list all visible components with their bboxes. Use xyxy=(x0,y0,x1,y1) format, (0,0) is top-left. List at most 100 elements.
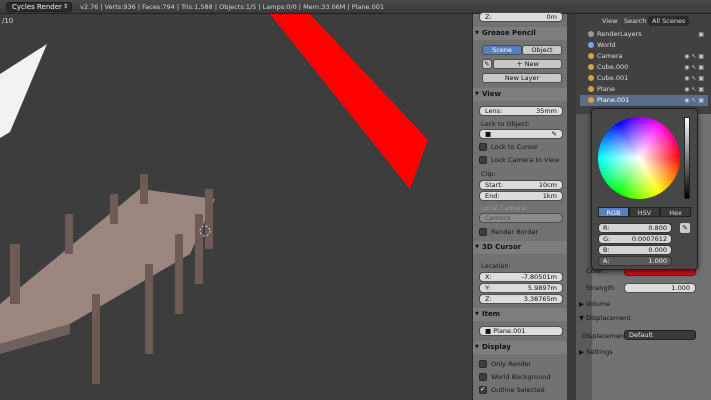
cube-icon: ■ xyxy=(485,327,494,335)
color-picker-popup: RGB HSV Hex R: 0.800 G: 0.0007612 B: 0.000 … xyxy=(591,108,698,270)
outliner-item-plane-001[interactable]: Plane.001 ◉ ↖ ▣ xyxy=(580,95,708,106)
eyedropper-icon[interactable]: ✎ xyxy=(680,223,690,233)
world-background-checkbox[interactable] xyxy=(479,373,487,381)
new-grease-pencil-button[interactable]: ＋ New xyxy=(493,59,562,69)
grease-pencil-header[interactable]: ▼ Grease Pencil xyxy=(473,27,568,40)
outliner-item-renderlayers[interactable]: RenderLayers ▣ xyxy=(580,29,708,40)
cube-icon: ■ xyxy=(485,130,492,138)
viewport-scene xyxy=(0,14,428,384)
displacement-dropdown[interactable]: Default xyxy=(624,330,696,340)
view-header[interactable]: ▼ View xyxy=(473,88,568,101)
volume-section[interactable]: ▶ Volume xyxy=(579,300,610,308)
3d-cursor-header[interactable]: ▼ 3D Cursor xyxy=(473,241,568,254)
outliner-item-cube-001[interactable]: Cube.001 ◉ ↖ ▣ xyxy=(580,73,708,84)
red-channel-field[interactable]: R: 0.800 xyxy=(598,223,672,233)
outliner-search-menu[interactable]: Search xyxy=(620,16,650,26)
object-icon xyxy=(588,97,594,103)
lock-to-cursor-checkbox[interactable] xyxy=(479,143,487,151)
only-render-label: Only Render xyxy=(491,360,532,368)
outliner-item-cube-000[interactable]: Cube.000 ◉ ↖ ▣ xyxy=(580,62,708,73)
chevron-updown-icon: ⇕ xyxy=(62,3,68,10)
collapse-icon: ▼ xyxy=(475,91,479,97)
outliner-item-plane[interactable]: Plane ◉ ↖ ▣ xyxy=(580,84,708,95)
lens-field[interactable]: Lens: 35mm xyxy=(479,106,563,116)
lock-object-field[interactable]: ■ ✎ xyxy=(479,129,563,139)
editor-split-divider[interactable] xyxy=(567,14,576,400)
z-location-field[interactable]: Z: 0m xyxy=(479,12,563,22)
green-channel-field[interactable]: G: 0.0007612 xyxy=(598,234,672,244)
cursor-z-field[interactable]: Z: 3.38765m xyxy=(479,294,563,304)
pier-post xyxy=(65,214,73,254)
item-header[interactable]: ▼ Item xyxy=(473,308,568,321)
pier-leg xyxy=(92,294,100,384)
hex-tab[interactable]: Hex xyxy=(660,207,691,217)
outliner-item-world[interactable]: World xyxy=(580,40,708,51)
clip-end-field[interactable]: End: 1km xyxy=(479,191,563,201)
object-icon xyxy=(588,64,594,70)
display-header[interactable]: ▼ Display xyxy=(473,341,568,354)
cursor-x-field[interactable]: X: -7.80501m xyxy=(479,272,563,282)
visibility-icons[interactable]: ◉ ↖ ▣ xyxy=(684,62,704,73)
pencil-icon[interactable]: ✎ xyxy=(482,59,492,69)
frame-label: /10 xyxy=(2,17,14,25)
hsv-tab[interactable]: HSV xyxy=(629,207,660,217)
cursor-location-label: Location: xyxy=(481,262,511,270)
only-render-checkbox[interactable] xyxy=(479,360,487,368)
value-slider[interactable] xyxy=(684,117,690,199)
cursor-y-field[interactable]: Y: 5.9897m xyxy=(479,283,563,293)
lock-camera-checkbox[interactable] xyxy=(479,156,487,164)
color-wheel[interactable] xyxy=(598,117,680,199)
rgb-tab[interactable]: RGB xyxy=(598,207,629,217)
strength-field[interactable]: 1.000 xyxy=(624,283,696,293)
collapse-icon: ▼ xyxy=(475,244,479,250)
visibility-icons[interactable]: ◉ ↖ ▣ xyxy=(684,95,704,106)
pier-leg xyxy=(175,234,183,314)
pier-post xyxy=(110,194,118,224)
3d-viewport[interactable]: /10 xyxy=(0,14,472,400)
visibility-icons[interactable]: ◉ ↖ ▣ xyxy=(684,84,704,95)
displacement-label: Displacement: xyxy=(582,332,629,340)
collapse-icon: ▼ xyxy=(475,344,479,350)
white-plane xyxy=(0,44,47,138)
outline-selected-checkbox[interactable] xyxy=(479,385,487,394)
camera-icon: ▣ xyxy=(698,31,704,38)
pier-post xyxy=(205,189,213,249)
pier-leg xyxy=(195,214,203,284)
outliner: View Search All Scenes RenderLayers ▣ Wor… xyxy=(576,14,711,114)
local-camera-field[interactable]: Camera xyxy=(479,213,563,223)
outliner-item-camera[interactable]: Camera ◉ ↖ ▣ xyxy=(580,51,708,62)
render-engine-dropdown[interactable]: Cycles Render ⇕ xyxy=(6,2,72,12)
pier-post xyxy=(140,174,148,204)
properties-context-bar xyxy=(576,114,592,400)
new-layer-button[interactable]: New Layer xyxy=(482,73,562,83)
alpha-channel-field[interactable]: A: 1.000 xyxy=(598,256,672,266)
info-header: Cycles Render ⇕ v2.76 | Verts:936 | Faces… xyxy=(0,0,711,14)
eyedropper-icon: ✎ xyxy=(551,130,557,138)
object-icon xyxy=(588,86,594,92)
red-plane xyxy=(270,14,428,189)
properties-n-panel: Z: 0m ▼ Grease Pencil Scene Object ✎ ＋ New… xyxy=(472,12,568,400)
displacement-section[interactable]: ▼ Displacement xyxy=(579,314,631,322)
clip-start-field[interactable]: Start: 10cm xyxy=(479,180,563,190)
pier-leg xyxy=(145,264,153,354)
outliner-view-menu[interactable]: View xyxy=(598,16,621,26)
local-camera-label: Local Camera: xyxy=(481,204,528,212)
collapse-icon: ▼ xyxy=(475,30,479,36)
object-tab[interactable]: Object xyxy=(522,45,562,55)
item-name-field[interactable]: ■ Plane.001 xyxy=(479,326,563,336)
settings-section[interactable]: ▶ Settings xyxy=(579,348,613,356)
renderlayers-icon xyxy=(588,31,594,37)
object-icon xyxy=(588,53,594,59)
scene-stats: v2.76 | Verts:936 | Faces:794 | Tris:1,5… xyxy=(80,3,385,11)
collapse-icon: ▼ xyxy=(475,311,479,317)
visibility-icons[interactable]: ◉ ↖ ▣ xyxy=(684,73,704,84)
visibility-icons[interactable]: ◉ ↖ ▣ xyxy=(684,51,704,62)
render-border-label: Render Border xyxy=(491,228,538,236)
blue-channel-field[interactable]: B: 0.000 xyxy=(598,245,672,255)
scene-tab[interactable]: Scene xyxy=(482,45,522,55)
render-border-checkbox[interactable] xyxy=(479,228,487,236)
lock-to-object-label: Lock to Object: xyxy=(481,120,530,128)
lock-camera-label: Lock Camera to View xyxy=(491,156,560,164)
world-icon xyxy=(588,42,594,48)
outliner-display-mode[interactable]: All Scenes xyxy=(648,16,690,26)
